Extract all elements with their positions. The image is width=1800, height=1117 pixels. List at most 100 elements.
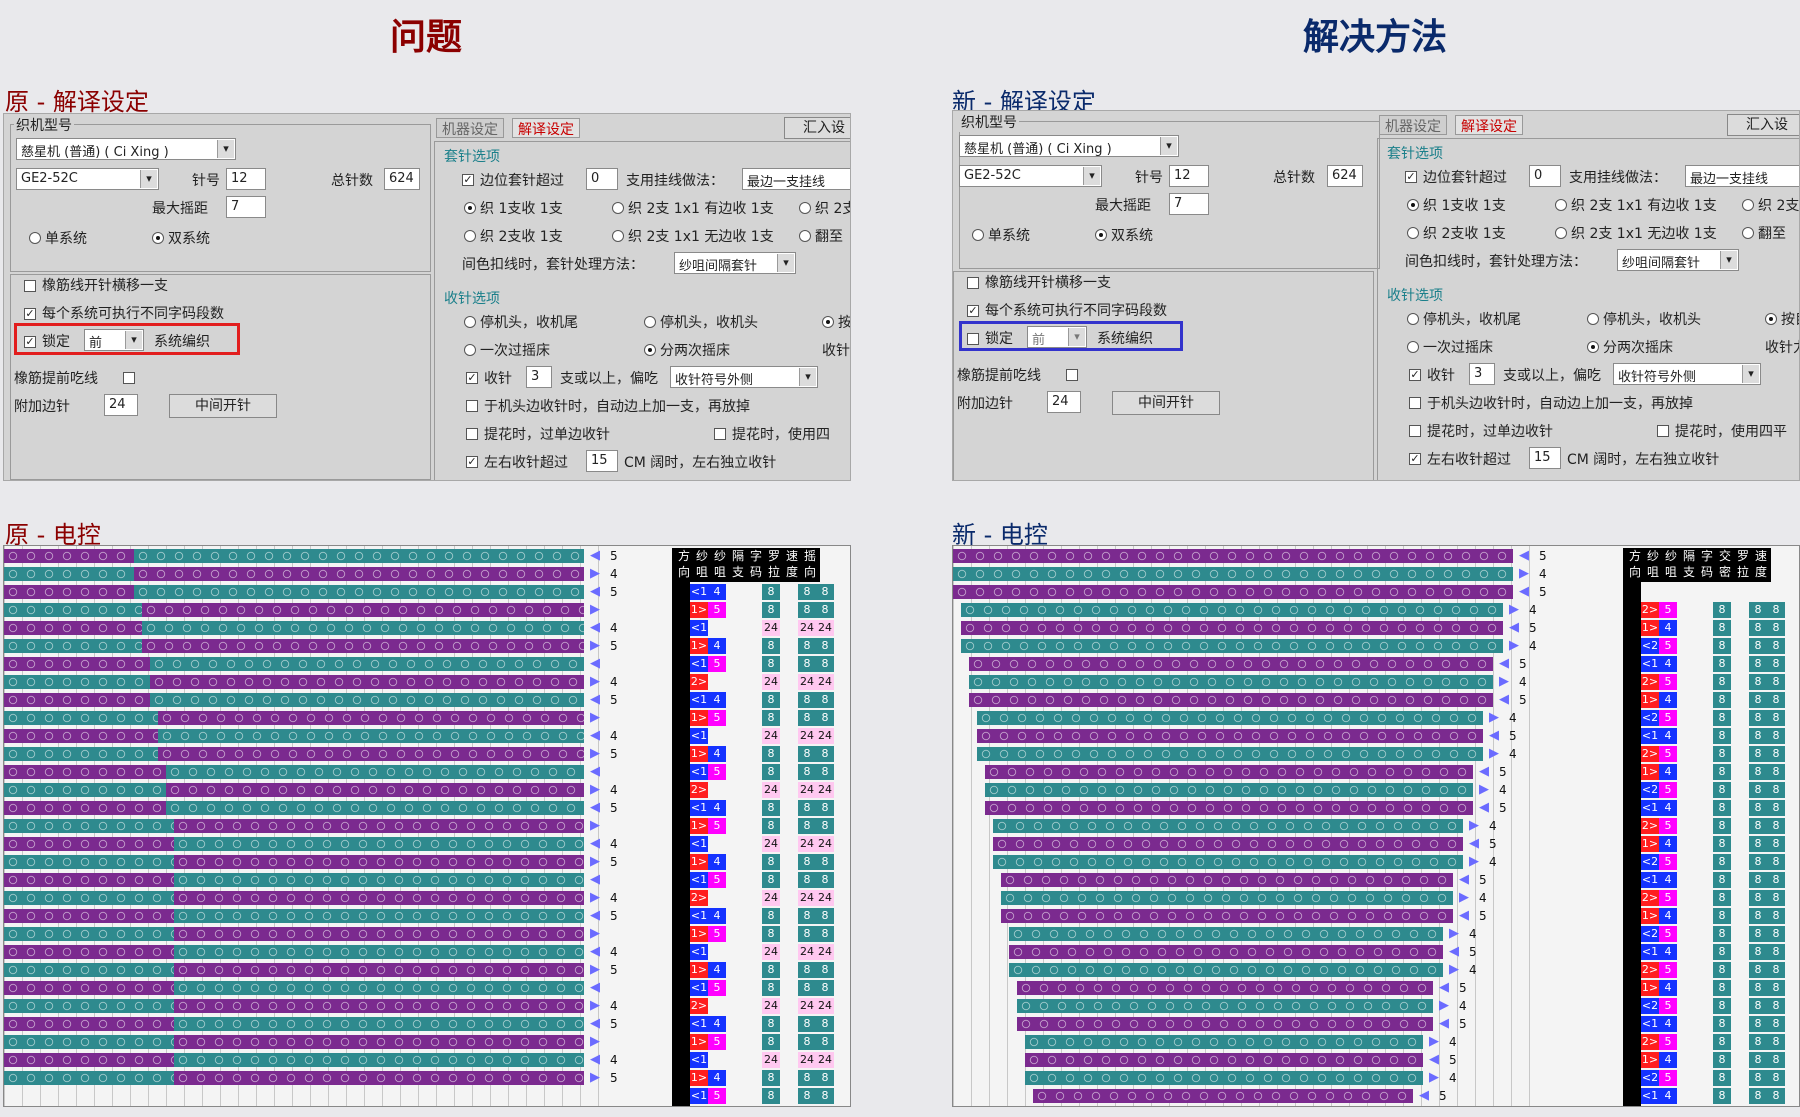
- lr-over-input[interactable]: 15: [1529, 447, 1561, 469]
- knit-row[interactable]: ◀ 5: [953, 620, 1543, 636]
- knit-row[interactable]: ▶: [4, 710, 614, 726]
- double-system-radio[interactable]: [1095, 229, 1107, 241]
- knit-row[interactable]: ▶: [4, 1034, 614, 1050]
- radio-n4[interactable]: [1407, 341, 1419, 353]
- radio-k2[interactable]: [1555, 199, 1567, 211]
- knit-row[interactable]: ▶ 4: [953, 638, 1543, 654]
- knit-row[interactable]: ◀ 4: [4, 620, 618, 636]
- needle-input[interactable]: 12: [226, 168, 266, 190]
- knit-row[interactable]: ◀ 5: [953, 656, 1543, 672]
- knit-row[interactable]: ▶: [4, 602, 614, 618]
- knit-row[interactable]: ◀: [4, 980, 614, 996]
- knit-row[interactable]: ◀ 5: [953, 584, 1547, 600]
- jacquard1-checkbox[interactable]: [1409, 425, 1421, 437]
- knit-row[interactable]: ◀: [4, 872, 614, 888]
- knit-row[interactable]: ◀ 5: [4, 1016, 618, 1032]
- hang-method-select[interactable]: 最边一支挂线: [742, 168, 850, 190]
- model-select[interactable]: GE2-52C: [16, 168, 159, 190]
- knit-row[interactable]: ▶ 5: [4, 1070, 618, 1086]
- knit-row[interactable]: ▶ 5: [4, 746, 618, 762]
- needle-input[interactable]: 12: [1169, 165, 1209, 187]
- narrow-side-select[interactable]: 收针符号外侧: [1613, 363, 1761, 385]
- knit-row[interactable]: ▶ 5: [4, 638, 618, 654]
- knit-row[interactable]: ◀ 4: [4, 1052, 618, 1068]
- interval-select[interactable]: 纱咀间隔套针: [674, 252, 796, 274]
- narrow-input[interactable]: 3: [526, 366, 552, 388]
- lr-over-input[interactable]: 15: [586, 450, 618, 472]
- narrow-checkbox[interactable]: ✓: [466, 372, 478, 384]
- radio-n4[interactable]: [464, 344, 476, 356]
- import-button[interactable]: 汇入设: [784, 117, 850, 139]
- maxrack-input[interactable]: 7: [226, 196, 266, 218]
- knit-row[interactable]: ▶ 4: [953, 782, 1543, 798]
- interval-select[interactable]: 纱咀间隔套针: [1617, 249, 1739, 271]
- double-system-radio[interactable]: [152, 232, 164, 244]
- import-button[interactable]: 汇入设: [1727, 114, 1799, 136]
- jacquard1-checkbox[interactable]: [466, 428, 478, 440]
- knit-row[interactable]: ▶ 4: [4, 890, 618, 906]
- radio-k3[interactable]: [799, 202, 811, 214]
- knit-row[interactable]: ◀ 5: [953, 800, 1543, 816]
- jacquard2-checkbox[interactable]: [1657, 425, 1669, 437]
- knit-row[interactable]: ▶ 4: [953, 890, 1543, 906]
- knit-row[interactable]: ◀ 5: [4, 584, 618, 600]
- opt2-checkbox[interactable]: ✓: [967, 305, 979, 317]
- model-select[interactable]: GE2-52C: [959, 165, 1102, 187]
- machine-select[interactable]: 慈星机 (普通) ( Ci Xing ): [959, 135, 1179, 157]
- knit-row[interactable]: ▶ 4: [953, 602, 1543, 618]
- narrow-input[interactable]: 3: [1469, 363, 1495, 385]
- knit-row[interactable]: ▶ 4: [953, 854, 1543, 870]
- knit-row[interactable]: ◀ 4: [4, 728, 618, 744]
- maxrack-input[interactable]: 7: [1169, 193, 1209, 215]
- radio-n1[interactable]: [1407, 313, 1419, 325]
- rubber-eat-checkbox[interactable]: [123, 372, 135, 384]
- knit-row[interactable]: ▶ 4: [953, 998, 1543, 1014]
- radio-k4[interactable]: [464, 230, 476, 242]
- edge-over-input[interactable]: 0: [1529, 165, 1561, 187]
- knit-row[interactable]: ▶ 4: [4, 998, 618, 1014]
- knit-row[interactable]: ▶: [4, 926, 614, 942]
- knit-row[interactable]: ▶ 4: [953, 1034, 1543, 1050]
- total-input[interactable]: 624: [384, 168, 420, 190]
- tab-decode[interactable]: 解译设定: [1455, 115, 1523, 135]
- knit-row[interactable]: ▶ 4: [953, 674, 1543, 690]
- radio-k1[interactable]: [464, 202, 476, 214]
- knit-row[interactable]: ▶: [4, 818, 614, 834]
- left-ec-grid[interactable]: 方向纱咀纱咀隔支字码罗拉速度摇向 ◀ 5 ▶ 4 <1 4 8 8 8 ◀ 5 1> 5 8 8 8 ▶ <1 24 2…: [3, 545, 851, 1107]
- total-input[interactable]: 624: [1327, 165, 1363, 187]
- right-ec-grid[interactable]: 方向纱咀纱咀隔支字码交密罗拉速度 ◀ 5 ▶ 4 ◀ 5 2> 5 8 8 8 ▶ 4 1> 4 8 8 8 ◀ 5 <2…: [952, 545, 1800, 1107]
- knit-row[interactable]: ◀ 5: [953, 692, 1543, 708]
- lr-over-checkbox[interactable]: ✓: [1409, 453, 1421, 465]
- single-system-radio[interactable]: [972, 229, 984, 241]
- knit-row[interactable]: ◀ 4: [4, 944, 618, 960]
- knit-row[interactable]: ◀ 5: [953, 1088, 1543, 1104]
- knit-row[interactable]: ◀: [4, 656, 614, 672]
- knit-row[interactable]: ◀ 4: [4, 836, 618, 852]
- edge-over-input[interactable]: 0: [586, 168, 618, 190]
- knit-row[interactable]: ◀ 5: [953, 1016, 1543, 1032]
- hang-method-select[interactable]: 最边一支挂线: [1685, 165, 1799, 187]
- opt1-checkbox[interactable]: [967, 277, 979, 289]
- radio-k6[interactable]: [1742, 227, 1754, 239]
- rubber-eat-checkbox[interactable]: [1066, 369, 1078, 381]
- radio-k3[interactable]: [1742, 199, 1754, 211]
- auto-add-checkbox[interactable]: [466, 400, 478, 412]
- opt2-checkbox[interactable]: ✓: [24, 308, 36, 320]
- knit-row[interactable]: ▶ 4: [4, 782, 618, 798]
- radio-n3[interactable]: [822, 316, 834, 328]
- radio-n5[interactable]: [644, 344, 656, 356]
- knit-row[interactable]: ▶ 5: [4, 854, 618, 870]
- tab-machine[interactable]: 机器设定: [436, 118, 504, 138]
- narrow-side-select[interactable]: 收针符号外侧: [670, 366, 818, 388]
- knit-row[interactable]: ▶ 4: [953, 710, 1543, 726]
- radio-k4[interactable]: [1407, 227, 1419, 239]
- knit-row[interactable]: ◀ 5: [4, 908, 618, 924]
- lr-over-checkbox[interactable]: ✓: [466, 456, 478, 468]
- knit-row[interactable]: ▶ 4: [953, 818, 1543, 834]
- knit-row[interactable]: ◀ 5: [953, 908, 1543, 924]
- radio-n3[interactable]: [1765, 313, 1777, 325]
- edge-over-checkbox[interactable]: ✓: [462, 174, 474, 186]
- jacquard2-checkbox[interactable]: [714, 428, 726, 440]
- knit-row[interactable]: ◀ 5: [4, 800, 618, 816]
- knit-row[interactable]: ▶ 4: [953, 1070, 1543, 1086]
